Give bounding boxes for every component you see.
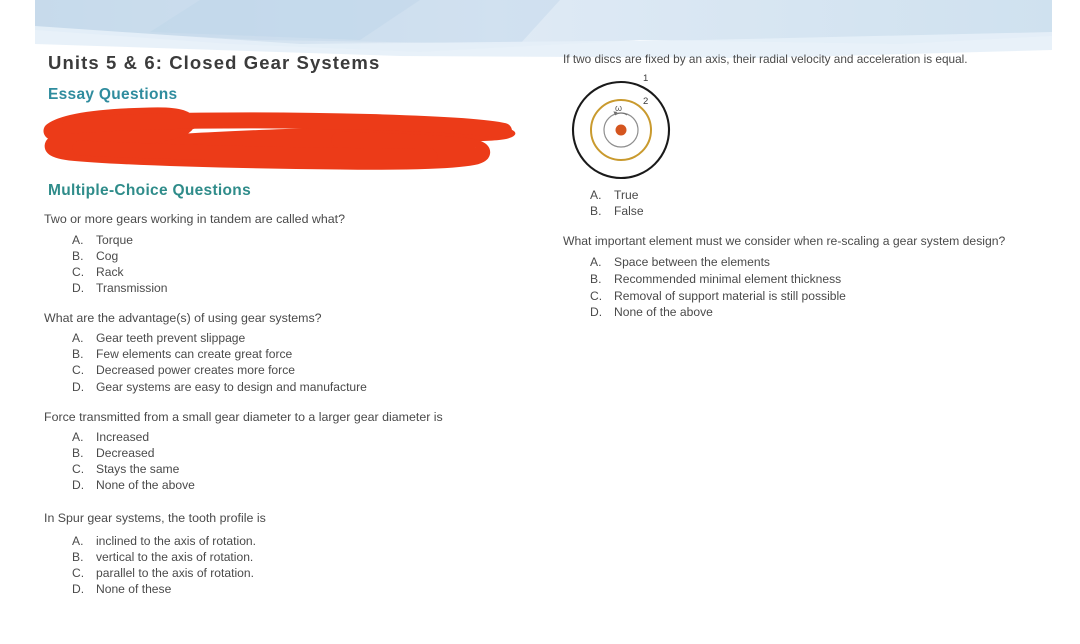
choice-letter: D. <box>72 379 85 394</box>
choice-text: parallel to the axis of rotation. <box>96 566 254 581</box>
choice-list: A. inclined to the axis of rotation. B. … <box>44 533 544 597</box>
choice-text: True <box>614 187 639 202</box>
choice-text: Space between the elements <box>614 255 770 270</box>
choice-text: None of these <box>96 582 172 597</box>
choice-letter: A. <box>590 187 602 202</box>
choice-text: None of the above <box>614 305 713 320</box>
choice-text: vertical to the axis of rotation. <box>96 550 254 565</box>
choice-letter: B. <box>590 204 602 219</box>
choice-letter: D. <box>72 478 85 493</box>
choice-option[interactable]: C. parallel to the axis of rotation. <box>72 565 544 581</box>
choice-text: Decreased <box>96 446 155 461</box>
hub-dot <box>615 124 627 136</box>
choice-option[interactable]: A. Increased <box>72 429 544 445</box>
right-column: If two discs are fixed by an axis, their… <box>563 52 1033 336</box>
choice-option[interactable]: D. Gear systems are easy to design and m… <box>72 379 544 395</box>
choice-option[interactable]: D. None of the above <box>72 477 544 493</box>
choice-list: A. Increased B. Decreased C. Stays the s… <box>44 429 544 493</box>
concentric-discs-diagram: 1 2 ω <box>565 72 725 185</box>
choice-text: None of the above <box>96 478 195 493</box>
choice-text: inclined to the axis of rotation. <box>96 533 257 548</box>
disc-label-outer: 1 <box>643 72 649 84</box>
choice-text: Increased <box>96 430 150 445</box>
choice-letter: D. <box>590 305 603 320</box>
choice-text: Gear systems are easy to design and manu… <box>96 379 367 394</box>
choice-letter: C. <box>72 566 85 581</box>
choice-option[interactable]: C. Stays the same <box>72 461 544 477</box>
choice-option[interactable]: B. vertical to the axis of rotation. <box>72 549 544 565</box>
choice-option[interactable]: A. inclined to the axis of rotation. <box>72 533 544 549</box>
choice-option[interactable]: B. Recommended minimal element thickness <box>590 271 1033 288</box>
question-stem: Force transmitted from a small gear diam… <box>44 409 443 424</box>
choice-option[interactable]: A. Space between the elements <box>590 254 1033 271</box>
question-stem: Two or more gears working in tandem are … <box>44 212 345 226</box>
question-block: What important element must we consider … <box>563 234 1033 321</box>
choice-text: Transmission <box>96 280 168 295</box>
left-column: Units 5 & 6: Closed Gear Systems Essay Q… <box>44 52 544 612</box>
choice-option[interactable]: B. False <box>590 203 1033 220</box>
choice-letter: C. <box>590 288 603 303</box>
question-stem: What important element must we consider … <box>563 234 1006 249</box>
question-stem: If two discs are fixed by an axis, their… <box>563 52 968 66</box>
choice-option[interactable]: D. None of the above <box>590 304 1033 321</box>
choice-letter: B. <box>72 446 84 461</box>
question-block: In Spur gear systems, the tooth profile … <box>44 511 544 597</box>
essay-questions-heading: Essay Questions <box>48 86 178 103</box>
choice-letter: A. <box>72 533 84 548</box>
choice-letter: C. <box>72 363 85 378</box>
choice-letter: A. <box>72 331 84 346</box>
choice-letter: C. <box>72 264 85 279</box>
choice-option[interactable]: B. Few elements can create great force <box>72 346 544 362</box>
disc-label-middle: 2 <box>643 95 649 107</box>
choice-list: A. Space between the elements B. Recomme… <box>563 254 1033 321</box>
choice-option[interactable]: A. Torque <box>72 232 544 248</box>
choice-option[interactable]: D. None of these <box>72 581 544 597</box>
choice-letter: A. <box>590 255 602 270</box>
question-block: What are the advantage(s) of using gear … <box>44 311 544 395</box>
choice-letter: D. <box>72 582 85 597</box>
choice-letter: D. <box>72 280 85 295</box>
choice-option[interactable]: D. Transmission <box>72 280 544 296</box>
question-stem: What are the advantage(s) of using gear … <box>44 310 322 325</box>
choice-option[interactable]: C. Rack <box>72 264 544 280</box>
choice-text: Decreased power creates more force <box>96 363 295 378</box>
choice-list: A. Gear teeth prevent slippage B. Few el… <box>44 330 544 394</box>
choice-letter: B. <box>590 272 602 287</box>
choice-option[interactable]: A. Gear teeth prevent slippage <box>72 330 544 346</box>
question-block: Two or more gears working in tandem are … <box>44 212 544 296</box>
document-page: Units 5 & 6: Closed Gear Systems Essay Q… <box>0 0 1080 644</box>
choice-option[interactable]: A. True <box>590 187 1033 204</box>
choice-list: A. True B. False <box>563 187 1033 220</box>
choice-letter: B. <box>72 347 84 362</box>
choice-text: Few elements can create great force <box>96 347 293 362</box>
choice-list: A. Torque B. Cog C. Rack D. Transmission <box>44 232 544 296</box>
choice-text: Recommended minimal element thickness <box>614 272 842 287</box>
choice-text: False <box>614 204 644 219</box>
choice-letter: C. <box>72 462 85 477</box>
question-block: Force transmitted from a small gear diam… <box>44 410 544 494</box>
choice-option[interactable]: C. Decreased power creates more force <box>72 362 544 378</box>
choice-text: Stays the same <box>96 462 180 477</box>
choice-text: Gear teeth prevent slippage <box>96 331 246 346</box>
choice-option[interactable]: C. Removal of support material is still … <box>590 288 1033 305</box>
choice-letter: B. <box>72 550 84 565</box>
choice-letter: A. <box>72 232 84 247</box>
choice-text: Removal of support material is still pos… <box>614 288 846 303</box>
choice-text: Cog <box>96 248 119 263</box>
choice-letter: A. <box>72 430 84 445</box>
page-title: Units 5 & 6: Closed Gear Systems <box>48 52 381 73</box>
multiple-choice-questions-heading: Multiple-Choice Questions <box>48 182 251 199</box>
question-block: If two discs are fixed by an axis, their… <box>563 52 1033 220</box>
choice-option[interactable]: B. Cog <box>72 248 544 264</box>
choice-option[interactable]: B. Decreased <box>72 445 544 461</box>
choice-text: Rack <box>96 264 124 279</box>
choice-text: Torque <box>96 232 133 247</box>
disc-label-omega: ω <box>615 102 623 113</box>
question-stem: In Spur gear systems, the tooth profile … <box>44 511 266 526</box>
choice-letter: B. <box>72 248 84 263</box>
